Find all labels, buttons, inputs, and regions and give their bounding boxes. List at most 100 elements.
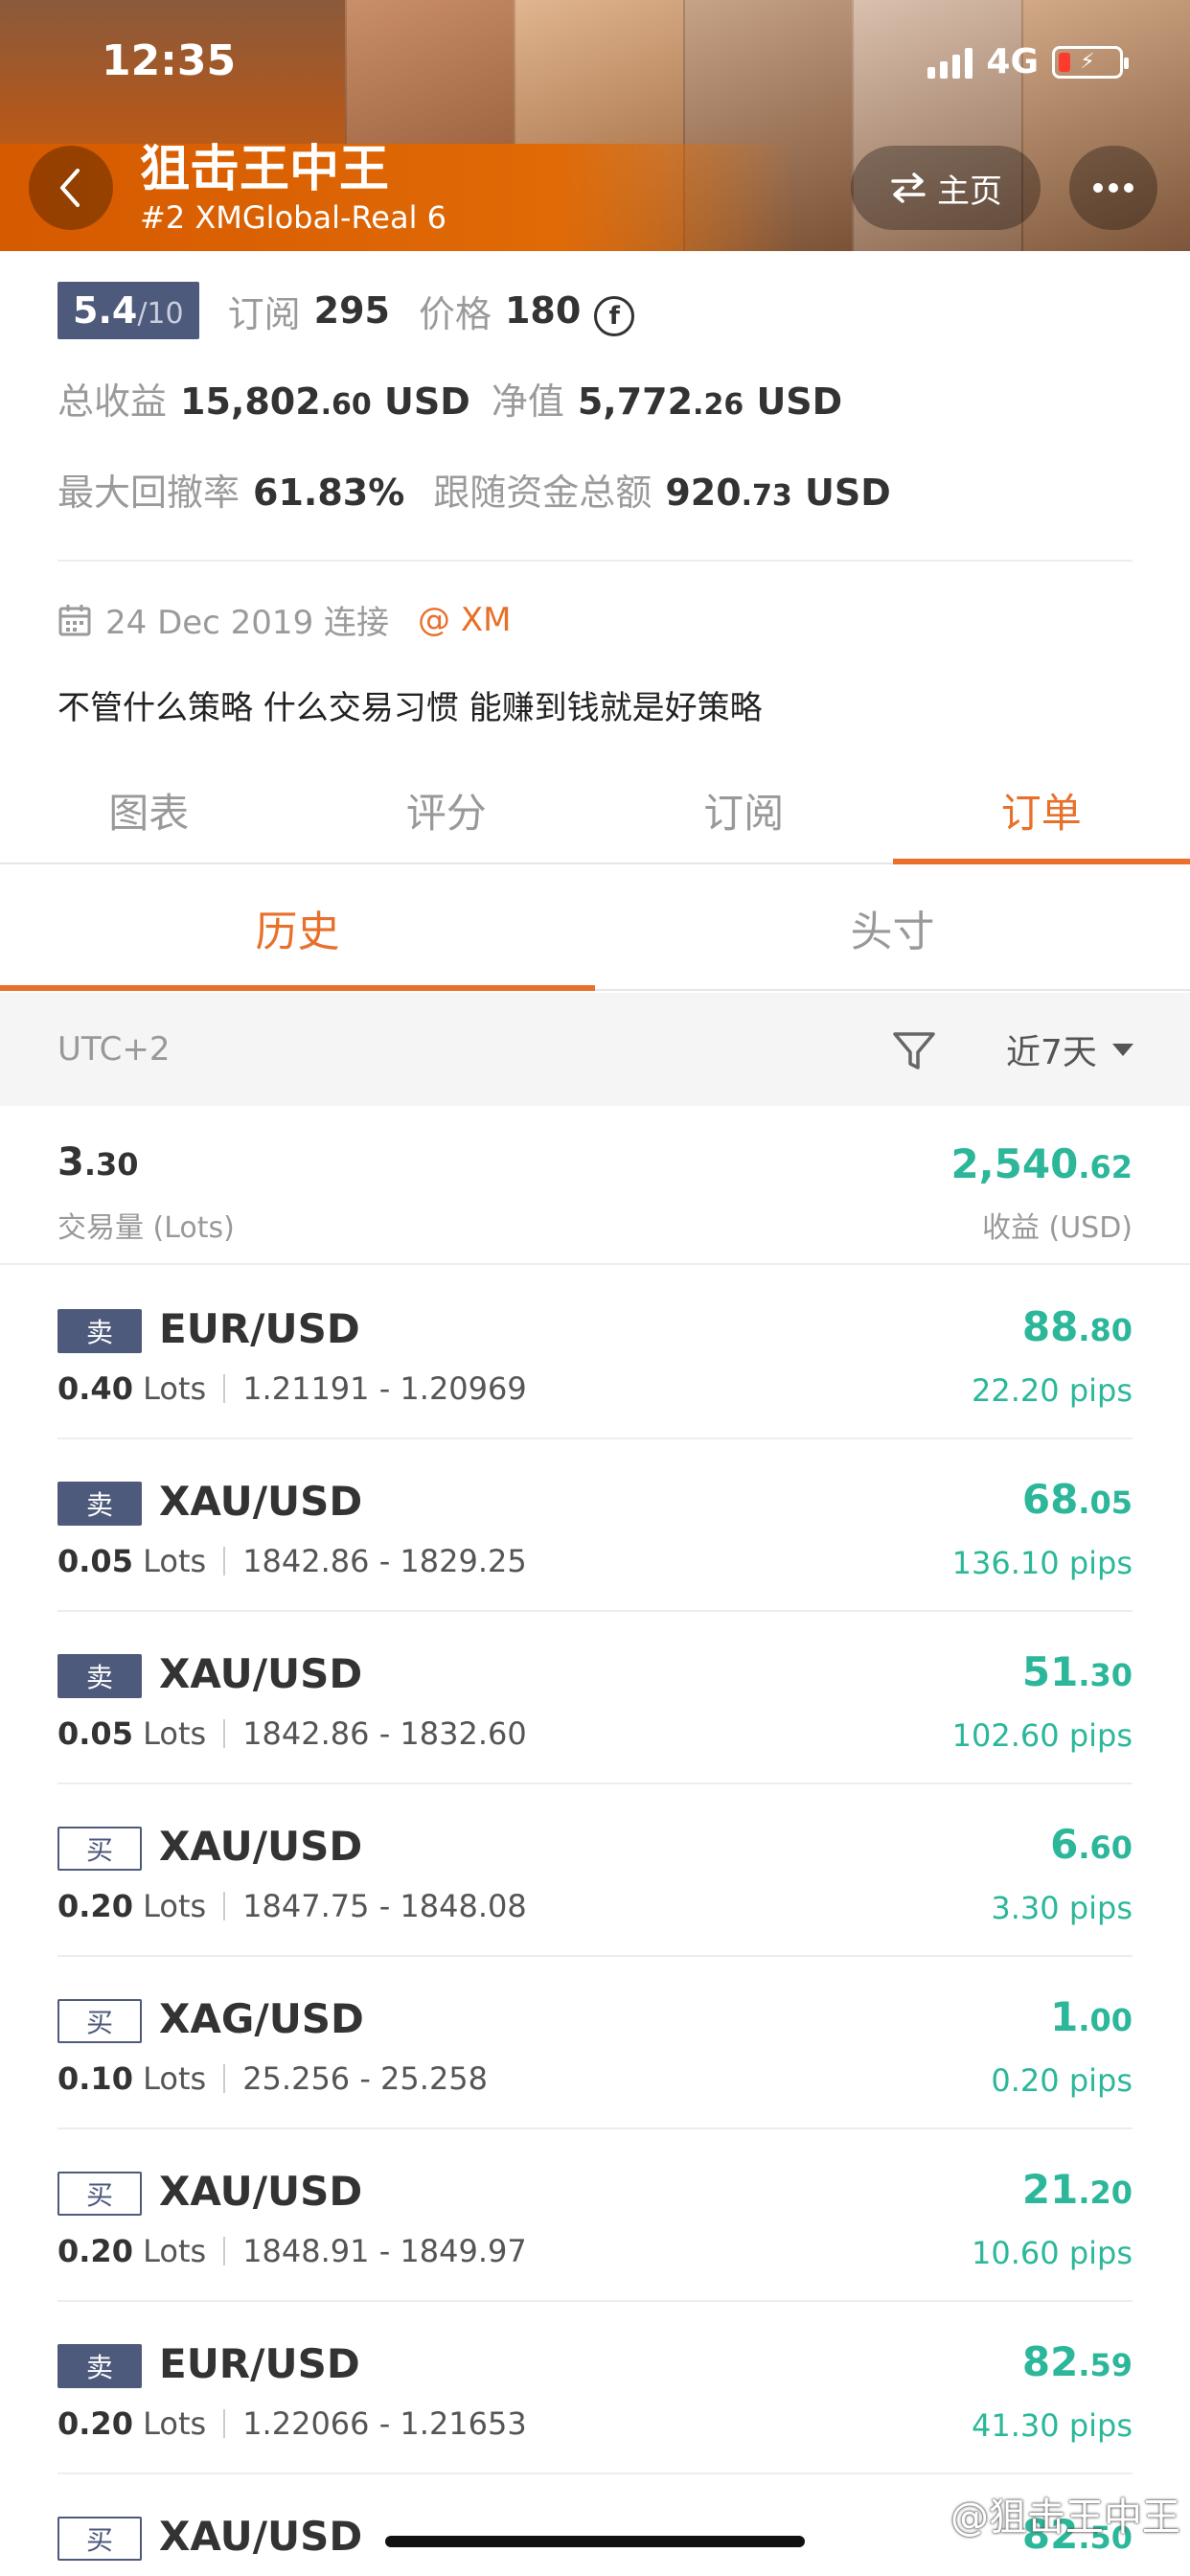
order-row[interactable]: 买 XAU/USD 0.20 Lots 1848.91 - 1849.97 21.… — [57, 2129, 1133, 2302]
subscribe-count: 295 — [313, 289, 390, 332]
timezone-label: UTC+2 — [57, 1030, 171, 1069]
tab-chart[interactable]: 图表 — [0, 757, 298, 862]
order-profit: 1.00 — [1050, 1993, 1133, 2040]
tab-history[interactable]: 历史 — [0, 866, 595, 991]
order-lots: 0.20 Lots 1847.75 - 1848.08 — [57, 1888, 527, 1924]
order-symbol: XAU/USD — [159, 2168, 363, 2215]
price-value: 180 — [504, 289, 582, 332]
side-badge: 卖 — [57, 1654, 142, 1698]
order-profit: 82.59 — [1021, 2338, 1133, 2385]
tab-positions[interactable]: 头寸 — [595, 866, 1190, 989]
tab-rating[interactable]: 评分 — [298, 757, 596, 862]
order-lots: 0.05 Lots 1842.86 - 1829.25 — [57, 1543, 527, 1579]
order-symbol: XAG/USD — [159, 1995, 364, 2042]
chevron-left-icon — [60, 169, 80, 207]
equity-label: 净值 — [491, 380, 564, 423]
order-pips: 10.60 pips — [972, 2235, 1133, 2271]
side-badge: 买 — [57, 1827, 142, 1871]
subscribe-label: 订阅 — [227, 292, 301, 335]
order-symbol: EUR/USD — [159, 1305, 360, 1352]
more-dots-icon — [1093, 183, 1103, 193]
side-badge: 买 — [57, 1999, 142, 2043]
filter-icon[interactable] — [891, 1027, 937, 1073]
order-pips: 41.30 pips — [972, 2407, 1133, 2444]
order-pips: 3.30 pips — [991, 1890, 1133, 1926]
follow-funds-label: 跟随资金总额 — [433, 472, 652, 514]
history-summary: 3.30 交易量 (Lots) 2,540.62 收益 (USD) — [0, 1106, 1190, 1265]
order-row[interactable]: 买 XAG/USD 0.10 Lots 25.256 - 25.258 1.00 … — [57, 1957, 1133, 2129]
battery-icon: ⚡ — [1052, 45, 1129, 79]
score-badge: 5.4/10 — [57, 282, 199, 339]
order-row[interactable]: 卖 XAU/USD 0.05 Lots 1842.86 - 1829.25 68.… — [57, 1439, 1133, 1612]
order-row[interactable]: 卖 EUR/USD 0.20 Lots 1.22066 - 1.21653 82.… — [57, 2302, 1133, 2474]
calendar-icon — [58, 604, 91, 635]
total-profit-value: 15,802.60 USD — [180, 380, 470, 423]
follow-funds-value: 920.73 USD — [665, 472, 891, 514]
order-symbol: EUR/USD — [159, 2340, 360, 2387]
profile-info: 5.4/10 订阅 295 价格 180 f 总收益 15,802.60 USD… — [57, 278, 1133, 728]
total-profit-label: 收益 (USD) — [981, 1211, 1133, 1245]
price-label: 价格 — [418, 292, 492, 335]
home-button-label: 主页 — [937, 172, 1002, 211]
side-badge: 买 — [57, 2517, 142, 2561]
order-lots: 0.40 Lots 1.21191 - 1.20969 — [57, 1370, 527, 1407]
divider — [57, 560, 1133, 562]
caret-down-icon — [1111, 1043, 1133, 1056]
order-pips: 0.20 pips — [991, 2062, 1133, 2099]
order-lots: 0.20 Lots 1.22066 - 1.21653 — [57, 2405, 527, 2442]
order-symbol: XAU/USD — [159, 2513, 363, 2560]
strategy-description: 不管什么策略 什么交易习惯 能赚到钱就是好策略 — [57, 689, 763, 727]
swap-icon — [891, 172, 926, 203]
order-symbol: XAU/USD — [159, 1478, 363, 1525]
order-lots: 0.10 Lots 25.256 - 25.258 — [57, 2060, 489, 2097]
order-row[interactable]: 买 XAU/USD 0.20 Lots 1847.75 - 1848.08 6.6… — [57, 1784, 1133, 1957]
side-badge: 卖 — [57, 2344, 142, 2388]
tab-subscribe[interactable]: 订阅 — [595, 757, 893, 862]
main-tabs: 图表 评分 订阅 订单 — [0, 757, 1190, 864]
side-badge: 买 — [57, 2172, 142, 2216]
order-profit: 21.20 — [1021, 2166, 1133, 2213]
home-indicator[interactable] — [385, 2536, 805, 2547]
order-sub-tabs: 历史 头寸 — [0, 866, 1190, 991]
coin-icon: f — [594, 296, 635, 336]
order-row[interactable]: 卖 EUR/USD 0.40 Lots 1.21191 - 1.20969 88.… — [57, 1267, 1133, 1439]
more-button[interactable] — [1069, 146, 1157, 230]
max-drawdown-value: 61.83% — [253, 472, 405, 514]
total-profit-label: 总收益 — [57, 380, 168, 423]
total-lots-label: 交易量 (Lots) — [57, 1211, 235, 1245]
order-list: 卖 EUR/USD 0.40 Lots 1.21191 - 1.20969 88.… — [0, 1267, 1190, 2576]
period-label: 近7天 — [1006, 1033, 1097, 1072]
status-icons: 4G ⚡ — [927, 42, 1129, 81]
network-type: 4G — [986, 42, 1039, 81]
order-pips: 102.60 pips — [951, 1717, 1133, 1754]
page-title: 狙击王中王 — [140, 141, 390, 198]
broker-link[interactable]: @ XM — [418, 601, 511, 639]
tab-orders[interactable]: 订单 — [892, 757, 1190, 864]
order-lots: 0.20 Lots 1848.91 - 1849.97 — [57, 2233, 527, 2269]
max-drawdown-label: 最大回撤率 — [57, 472, 240, 514]
order-pips: 136.10 pips — [951, 1545, 1133, 1581]
account-subtitle: #2 XMGlobal-Real 6 — [140, 199, 447, 236]
order-pips: 22.20 pips — [972, 1372, 1133, 1409]
watermark: @狙击王中王 — [950, 2496, 1180, 2540]
header-banner: 12:35 4G ⚡ 狙击王中王 #2 XMGlobal-Real 6 主页 — [0, 0, 1190, 251]
order-row[interactable]: 卖 XAU/USD 0.05 Lots 1842.86 - 1832.60 51.… — [57, 1612, 1133, 1784]
order-profit: 6.60 — [1050, 1821, 1133, 1868]
joined-date: 24 Dec 2019 连接 — [105, 604, 390, 642]
filter-bar: UTC+2 近7天 — [0, 993, 1190, 1106]
order-lots: 0.05 Lots 1842.86 - 1832.60 — [57, 1715, 527, 1752]
total-profit: 2,540.62 — [950, 1140, 1133, 1187]
order-profit: 51.30 — [1021, 1648, 1133, 1695]
back-button[interactable] — [29, 146, 113, 230]
order-profit: 88.80 — [1021, 1303, 1133, 1350]
equity-value: 5,772.26 USD — [577, 380, 843, 423]
side-badge: 卖 — [57, 1482, 142, 1526]
home-button[interactable]: 主页 — [851, 146, 1041, 230]
side-badge: 卖 — [57, 1309, 142, 1353]
status-time: 12:35 — [102, 36, 237, 85]
signal-icon — [927, 46, 973, 79]
total-lots: 3.30 — [57, 1140, 139, 1184]
period-selector[interactable]: 近7天 — [1006, 1024, 1133, 1074]
order-symbol: XAU/USD — [159, 1650, 363, 1697]
order-symbol: XAU/USD — [159, 1823, 363, 1870]
